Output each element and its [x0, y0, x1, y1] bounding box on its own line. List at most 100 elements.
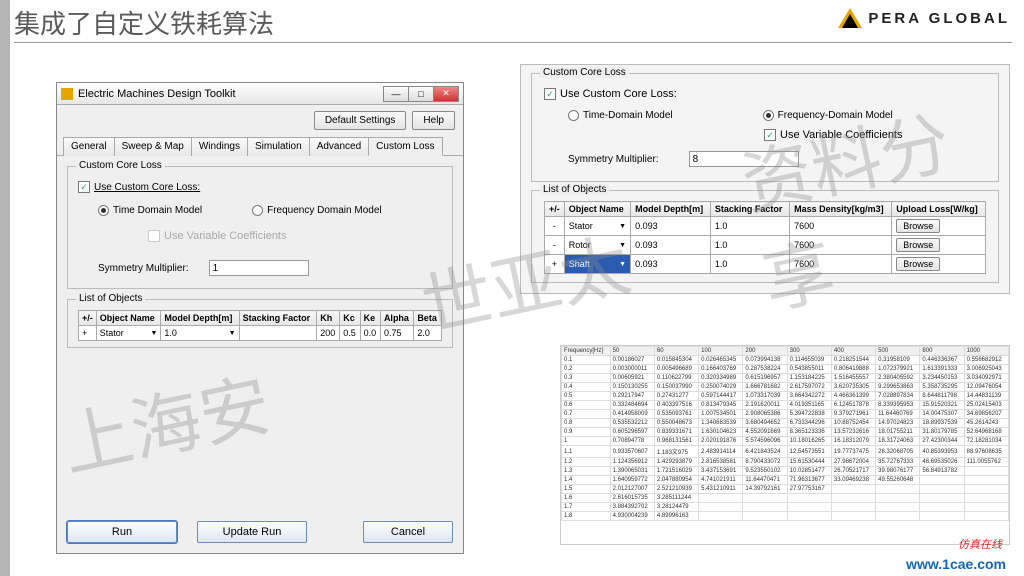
data-cell[interactable]: 2.012127007 — [610, 485, 654, 494]
data-cell[interactable]: 1.721516029 — [654, 467, 698, 476]
minimize-button[interactable]: — — [383, 86, 409, 102]
data-cell[interactable]: 2.908065386 — [743, 410, 787, 419]
data-cell[interactable]: 9.299653863 — [876, 383, 920, 392]
data-cell[interactable]: 0.026465345 — [699, 356, 743, 365]
data-cell[interactable]: 0.003000011 — [610, 365, 654, 374]
data-cell[interactable]: 6.733344296 — [787, 419, 831, 428]
data-cell[interactable]: 1.666781682 — [743, 383, 787, 392]
data-cell[interactable] — [920, 503, 964, 512]
data-cell[interactable]: 0.1 — [562, 356, 611, 365]
dens-cell[interactable]: 7600 — [790, 217, 892, 236]
data-cell[interactable]: 46.69535026 — [920, 458, 964, 467]
upload-cell[interactable]: Browse — [892, 217, 986, 236]
dens-cell[interactable]: 7600 — [790, 236, 892, 255]
data-cell[interactable]: 28.32068705 — [876, 446, 920, 458]
name-cell[interactable]: Stator▼ — [96, 326, 161, 341]
data-cell[interactable]: 18.01755211 — [876, 428, 920, 437]
stack-cell[interactable] — [239, 326, 317, 341]
tab-custom-loss[interactable]: Custom Loss — [368, 137, 442, 156]
data-cell[interactable]: 14.00475307 — [920, 410, 964, 419]
data-cell[interactable]: 0.015845304 — [654, 356, 698, 365]
data-cell[interactable]: 0.005496689 — [654, 365, 698, 374]
data-cell[interactable]: 8.365123336 — [787, 428, 831, 437]
data-cell[interactable]: 3.437153691 — [699, 467, 743, 476]
data-cell[interactable]: 1.153184225 — [787, 374, 831, 383]
data-cell[interactable] — [964, 494, 1008, 503]
data-row[interactable]: 0.80.5355322120.5500486731.3406835393.68… — [562, 419, 1009, 428]
symmetry-input[interactable] — [209, 260, 309, 276]
data-cell[interactable]: 8.339395953 — [876, 401, 920, 410]
data-cell[interactable]: 15.61530444 — [787, 458, 831, 467]
browse-button[interactable]: Browse — [896, 257, 940, 271]
data-cell[interactable]: 1 — [562, 437, 611, 446]
kc-cell[interactable]: 0.5 — [340, 326, 360, 341]
data-cell[interactable]: 0.218251544 — [831, 356, 875, 365]
data-cell[interactable]: 10.88752454 — [831, 419, 875, 428]
data-cell[interactable]: 2.521210939 — [654, 485, 698, 494]
depth-cell[interactable]: 0.093 — [631, 217, 711, 236]
ke-cell[interactable]: 0.0 — [360, 326, 380, 341]
data-cell[interactable]: 49.55260648 — [876, 476, 920, 485]
data-cell[interactable]: 2.191620011 — [743, 401, 787, 410]
chevron-down-icon[interactable]: ▼ — [619, 242, 626, 249]
symmetry-input2[interactable] — [689, 151, 799, 167]
maximize-button[interactable]: □ — [408, 86, 434, 102]
data-cell[interactable]: 0.414958009 — [610, 410, 654, 419]
browse-button[interactable]: Browse — [896, 219, 940, 233]
data-cell[interactable]: 13.57232616 — [831, 428, 875, 437]
data-cell[interactable]: 5.394722838 — [787, 410, 831, 419]
data-cell[interactable]: 88.97608635 — [964, 446, 1008, 458]
data-cell[interactable]: 0.933570607 — [610, 446, 654, 458]
data-cell[interactable]: 0.806419888 — [831, 365, 875, 374]
data-cell[interactable]: 6.124517878 — [831, 401, 875, 410]
beta-cell[interactable]: 2.0 — [414, 326, 442, 341]
data-cell[interactable]: 1.7 — [562, 503, 611, 512]
data-cell[interactable]: 4.552091669 — [743, 428, 787, 437]
data-cell[interactable]: 0.3 — [562, 374, 611, 383]
data-cell[interactable] — [876, 503, 920, 512]
data-row[interactable]: 1.41.6409597722.0478809544.74102191111.6… — [562, 476, 1009, 485]
data-cell[interactable] — [964, 476, 1008, 485]
data-cell[interactable]: 2.380405592 — [876, 374, 920, 383]
use-custom-core-loss-checkbox[interactable]: ✓ Use Custom Core Loss: — [78, 181, 442, 193]
data-cell[interactable] — [743, 494, 787, 503]
data-cell[interactable]: 9.523550102 — [743, 467, 787, 476]
data-cell[interactable]: 2.816538581 — [699, 458, 743, 467]
data-row[interactable]: 0.60.3324846940.4033975160.8134793452.19… — [562, 401, 1009, 410]
data-cell[interactable]: 27.97753167 — [787, 485, 831, 494]
time-domain-radio[interactable]: Time Domain Model — [98, 205, 202, 216]
pm-cell[interactable]: + — [79, 326, 97, 341]
data-cell[interactable]: 5.358735295 — [920, 383, 964, 392]
data-row[interactable]: 0.10.001860270.0158453040.0264653450.073… — [562, 356, 1009, 365]
data-cell[interactable]: 4.466361399 — [831, 392, 875, 401]
chevron-down-icon[interactable]: ▼ — [229, 330, 236, 337]
data-cell[interactable]: 2.617597072 — [787, 383, 831, 392]
data-cell[interactable]: 2.020191876 — [699, 437, 743, 446]
depth-cell[interactable]: 1.0▼ — [161, 326, 239, 341]
titlebar[interactable]: Electric Machines Design Toolkit — □ ✕ — [57, 83, 463, 105]
data-row[interactable]: 1.62.6160157353.285111244 — [562, 494, 1009, 503]
data-row[interactable]: 0.20.0030000110.0054966890.1664037690.28… — [562, 365, 1009, 374]
data-cell[interactable]: 0.70894778 — [610, 437, 654, 446]
data-cell[interactable]: 1.073317039 — [743, 392, 787, 401]
data-cell[interactable]: 0.114655039 — [787, 356, 831, 365]
browse-button[interactable]: Browse — [896, 238, 940, 252]
name-cell[interactable]: Stator▼ — [564, 217, 630, 236]
tab-advanced[interactable]: Advanced — [309, 137, 369, 156]
use-var-checkbox2[interactable]: ✓ Use Variable Coefficients — [544, 129, 986, 141]
data-cell[interactable]: 4.89996163 — [654, 512, 698, 521]
data-cell[interactable]: 1.630104623 — [699, 428, 743, 437]
data-cell[interactable] — [787, 494, 831, 503]
data-cell[interactable]: 1.007534501 — [699, 410, 743, 419]
run-button[interactable]: Run — [67, 521, 177, 543]
data-row[interactable]: 0.40.1501302550.1500379900.2500740291.66… — [562, 383, 1009, 392]
data-cell[interactable]: 1.124356912 — [610, 458, 654, 467]
upload-cell[interactable]: Browse — [892, 255, 986, 274]
data-cell[interactable]: 71.96313677 — [787, 476, 831, 485]
data-cell[interactable] — [920, 494, 964, 503]
data-cell[interactable]: 2.483914114 — [699, 446, 743, 458]
data-cell[interactable]: 1.6 — [562, 494, 611, 503]
data-row[interactable]: 10.708947780.9681315612.0201918765.57459… — [562, 437, 1009, 446]
alpha-cell[interactable]: 0.75 — [380, 326, 413, 341]
table-row[interactable]: + Shaft▼ 0.093 1.0 7600 Browse — [545, 255, 986, 274]
